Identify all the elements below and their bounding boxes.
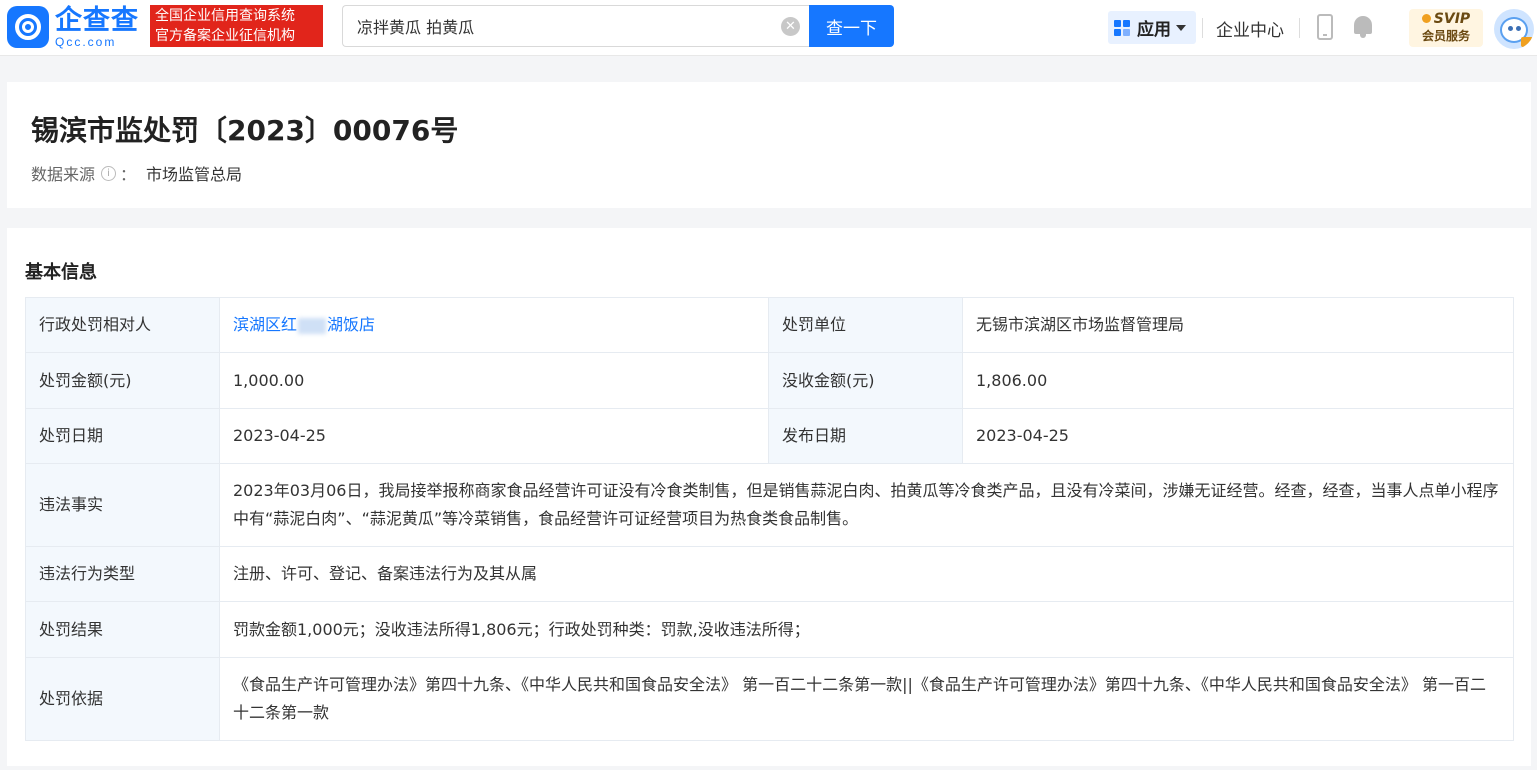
apps-label: 应用 [1137,20,1171,40]
page-title: 锡滨市监处罚〔2023〕00076号 [31,114,459,147]
search-box: ✕ [342,5,810,47]
info-icon[interactable]: i [101,165,117,181]
unit-label: 处罚单位 [768,297,963,353]
result-label: 处罚结果 [25,601,220,658]
badge-line-1: 全国企业信用查询系统 [155,8,295,24]
data-source: 数据来源 i ： 市场监管总局 [31,161,242,185]
basis-label: 处罚依据 [25,657,220,741]
vip-crown-icon [1521,37,1533,47]
publish-label: 发布日期 [768,408,963,464]
apps-menu-button[interactable]: 应用 [1108,11,1196,44]
search-input[interactable] [343,6,763,46]
divider [1299,18,1300,38]
facts-label: 违法事实 [25,463,220,547]
fine-value: 1,000.00 [219,352,769,409]
basic-info-card: 基本信息 行政处罚相对人 滨湖区红 湖饭店 处罚单位 无锡市滨湖区市场监督管理局 … [7,228,1531,766]
date-label: 处罚日期 [25,408,220,464]
top-header: 企查查 Qcc.com 全国企业信用查询系统 官方备案企业征信机构 ✕ 查一下 … [0,0,1537,56]
table-row: 处罚金额(元) 1,000.00 没收金额(元) 1,806.00 [25,352,1514,409]
table-row: 处罚依据 《食品生产许可管理办法》第四十九条、《中华人民共和国食品安全法》 第一… [25,657,1514,741]
result-value: 罚款金额1,000元；没收违法所得1,806元；行政处罚种类：罚款,没收违法所得… [219,601,1514,658]
apps-grid-icon [1114,19,1130,36]
corp-center-link[interactable]: 企业中心 [1216,16,1284,41]
redacted-text [298,317,327,334]
source-value: 市场监管总局 [146,165,243,184]
unit-value: 无锡市滨湖区市场监督管理局 [962,297,1514,353]
site-logo[interactable]: 企查查 Qcc.com [7,6,139,48]
mobile-app-icon[interactable] [1317,14,1333,40]
search-button[interactable]: 查一下 [809,5,894,47]
official-badge: 全国企业信用查询系统 官方备案企业征信机构 [150,5,323,47]
publish-value: 2023-04-25 [962,408,1514,464]
vip-subtitle: 会员服务 [1421,29,1470,43]
vip-crown-icon [1421,14,1431,23]
fine-label: 处罚金额(元) [25,352,220,409]
logo-text: 企查查 [55,4,139,36]
section-title: 基本信息 [25,262,97,283]
basic-info-table: 行政处罚相对人 滨湖区红 湖饭店 处罚单位 无锡市滨湖区市场监督管理局 处罚金额(… [25,297,1514,741]
table-row: 违法事实 2023年03月06日，我局接举报称商家食品经营许可证没有冷食类制售，… [25,463,1514,547]
user-avatar[interactable] [1494,9,1534,49]
source-colon: ： [120,165,137,184]
caret-down-icon [1176,24,1186,31]
table-row: 行政处罚相对人 滨湖区红 湖饭店 处罚单位 无锡市滨湖区市场监督管理局 [25,297,1514,353]
divider [1202,18,1203,38]
vip-title: SVIP [1433,11,1471,27]
facts-value: 2023年03月06日，我局接举报称商家食品经营许可证没有冷食类制售，但是销售蒜… [219,463,1514,547]
confiscate-label: 没收金额(元) [768,352,963,409]
clear-icon[interactable]: ✕ [781,17,800,36]
confiscate-value: 1,806.00 [962,352,1514,409]
bell-icon[interactable] [1352,14,1374,40]
party-link[interactable]: 滨湖区红 湖饭店 [233,315,375,334]
badge-line-2: 官方备案企业征信机构 [155,28,295,44]
type-label: 违法行为类型 [25,546,220,602]
logo-domain: Qcc.com [55,34,117,49]
type-value: 注册、许可、登记、备案违法行为及其从属 [219,546,1514,602]
record-header-card: 锡滨市监处罚〔2023〕00076号 数据来源 i ： 市场监管总局 [7,82,1531,208]
table-row: 处罚结果 罚款金额1,000元；没收违法所得1,806元；行政处罚种类：罚款,没… [25,601,1514,658]
date-value: 2023-04-25 [219,408,769,464]
logo-icon [7,6,49,48]
svip-button[interactable]: SVIP 会员服务 [1409,9,1483,47]
source-label: 数据来源 [31,165,96,184]
table-row: 处罚日期 2023-04-25 发布日期 2023-04-25 [25,408,1514,464]
table-row: 违法行为类型 注册、许可、登记、备案违法行为及其从属 [25,546,1514,602]
basis-value: 《食品生产许可管理办法》第四十九条、《中华人民共和国食品安全法》 第一百二十二条… [219,657,1514,741]
party-label: 行政处罚相对人 [25,297,220,353]
